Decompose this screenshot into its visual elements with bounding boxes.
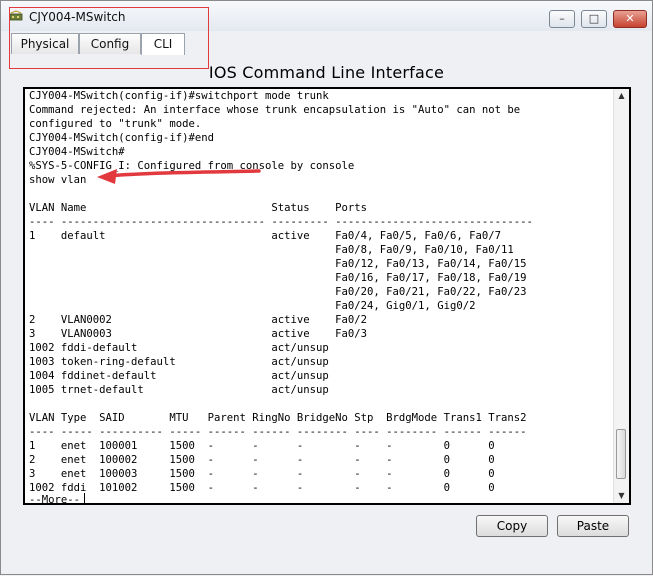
console-line: 1005 trnet-default act/unsup [29,384,329,396]
console-line: 1002 fddi-default act/unsup [29,342,329,354]
scroll-down-icon[interactable]: ▼ [614,489,629,503]
console-line: ---- ----- ---------- ----- ------ -----… [29,426,527,438]
console-line: VLAN Type SAID MTU Parent RingNo BridgeN… [29,412,527,424]
text-cursor [84,493,86,503]
console-line: %SYS-5-CONFIG_I: Configured from console… [29,160,355,172]
copy-button[interactable]: Copy [476,515,548,537]
console-line: CJY004-MSwitch(config-if)#end [29,132,214,144]
minimize-icon: – [559,12,565,25]
console-line: 1003 token-ring-default act/unsup [29,356,329,368]
app-window: CJY004-MSwitch – □ ✕ Physical Config CLI… [0,0,653,575]
console-line: Fa0/20, Fa0/21, Fa0/22, Fa0/23 [29,286,527,298]
console-line: show vlan [29,174,87,186]
more-prompt-line[interactable]: --More-- [29,493,86,505]
console-line: CJY004-MSwitch# [29,146,125,158]
console-line: 3 enet 100003 1500 - - - - - 0 0 [29,468,495,480]
paste-button[interactable]: Paste [557,515,629,537]
console-line: CJY004-MSwitch(config-if)#switchport mod… [29,90,329,102]
console-scrollbar[interactable]: ▲ ▼ [613,89,629,503]
close-button[interactable]: ✕ [613,10,647,28]
console-line: Command rejected: An interface whose tru… [29,104,521,116]
console-line: ---- -------------------------------- --… [29,216,533,228]
console-line: 1 default active Fa0/4, Fa0/5, Fa0/6, Fa… [29,230,501,242]
console-output[interactable]: CJY004-MSwitch(config-if)#switchport mod… [29,89,615,495]
minimize-button[interactable]: – [549,10,575,28]
console-line: 2 enet 100002 1500 - - - - - 0 0 [29,454,495,466]
scroll-thumb[interactable] [616,429,626,479]
console-line: 1004 fddinet-default act/unsup [29,370,329,382]
console-line: Fa0/16, Fa0/17, Fa0/18, Fa0/19 [29,272,527,284]
annotation-highlight-box [9,7,209,69]
console-line: 1 enet 100001 1500 - - - - - 0 0 [29,440,495,452]
maximize-icon: □ [588,12,600,25]
console-line: 1002 fddi 101002 1500 - - - - - 0 0 [29,482,495,494]
console-line: Fa0/12, Fa0/13, Fa0/14, Fa0/15 [29,258,527,270]
console-line: VLAN Name Status Ports [29,202,368,214]
cli-terminal[interactable]: CJY004-MSwitch(config-if)#switchport mod… [23,87,631,505]
console-line: Fa0/8, Fa0/9, Fa0/10, Fa0/11 [29,244,514,256]
page-title: IOS Command Line Interface [208,63,445,82]
maximize-button[interactable]: □ [581,10,607,28]
console-line: 2 VLAN0002 active Fa0/2 [29,314,368,326]
close-icon: ✕ [625,12,635,25]
scroll-up-icon[interactable]: ▲ [614,89,629,103]
console-line: Fa0/24, Gig0/1, Gig0/2 [29,300,476,312]
console-line: configured to "trunk" mode. [29,118,202,130]
more-prompt: --More-- [29,494,81,505]
console-line: 3 VLAN0003 active Fa0/3 [29,328,368,340]
